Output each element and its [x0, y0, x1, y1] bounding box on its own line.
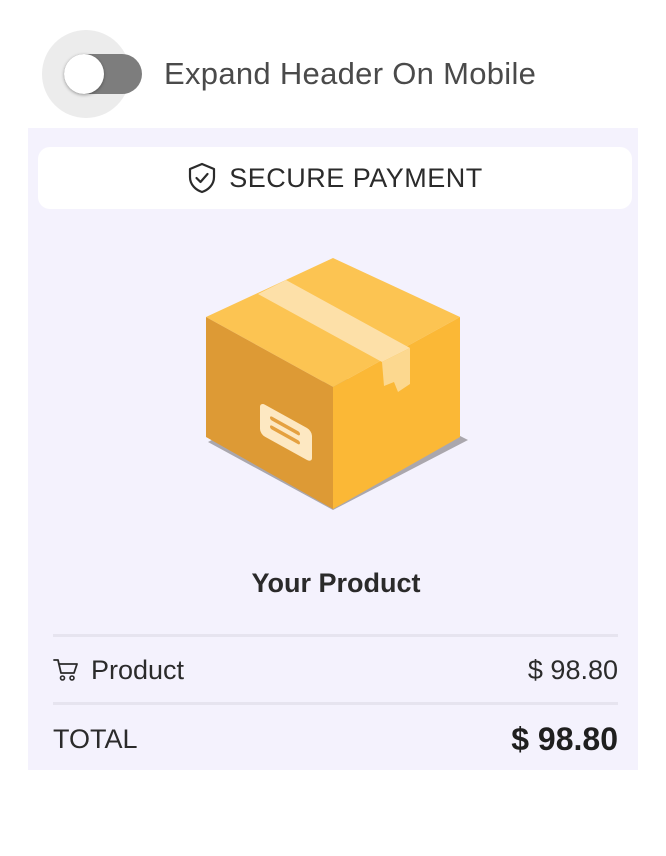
line-item-label: Product [91, 654, 185, 685]
toggle-knob [64, 54, 104, 94]
product-title: Your Product [251, 568, 421, 598]
line-item-left: Product [53, 655, 184, 686]
line-item-row: Product $ 98.80 [53, 650, 618, 690]
cart-icon [53, 659, 78, 681]
cardboard-box-icon [206, 258, 468, 510]
total-row: TOTAL $ 98.80 [53, 718, 618, 760]
expand-header-toggle-row: Expand Header On Mobile [42, 30, 536, 118]
secure-payment-label: SECURE PAYMENT [229, 162, 483, 193]
toggle-label: Expand Header On Mobile [164, 56, 537, 91]
total-price: $ 98.80 [511, 720, 618, 757]
checkout-card: SECURE PAYMENT Your Product Product $ 98… [28, 128, 638, 770]
total-label: TOTAL [53, 723, 138, 754]
expand-header-toggle[interactable] [42, 30, 142, 118]
secure-payment-banner: SECURE PAYMENT [38, 147, 632, 209]
line-item-price: $ 98.80 [527, 654, 618, 685]
page: Expand Header On Mobile SECURE PAYMENT Y… [0, 0, 666, 856]
divider [53, 702, 618, 705]
divider [53, 634, 618, 637]
shield-check-icon [189, 162, 216, 194]
